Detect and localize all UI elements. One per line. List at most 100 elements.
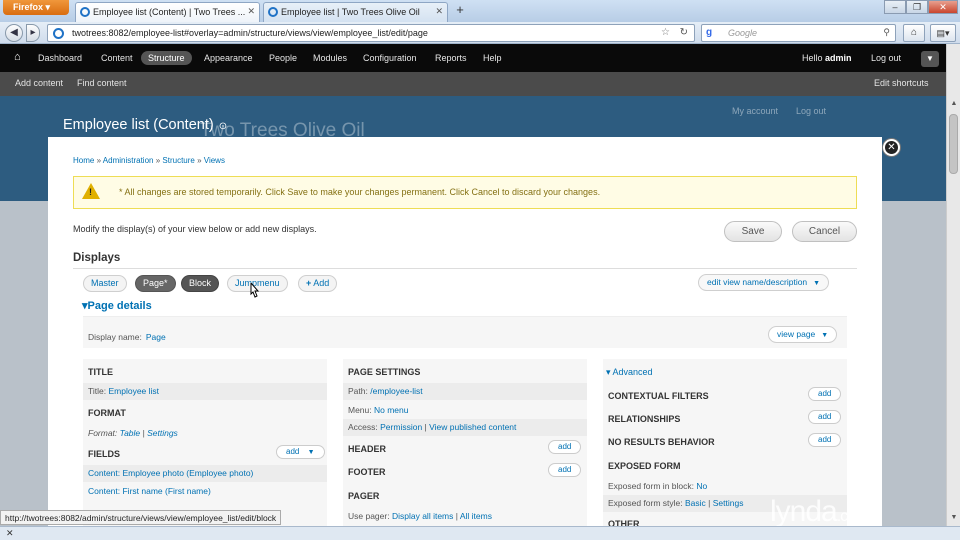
toolbar-reports[interactable]: Reports [435,53,467,63]
tab-block[interactable]: Block [181,275,220,292]
breadcrumb-administration[interactable]: Administration [103,156,154,165]
edit-shortcuts-link[interactable]: Edit shortcuts [874,78,929,88]
warning-text: * All changes are stored temporarily. Cl… [119,187,601,197]
toolbar-content[interactable]: Content [101,53,133,63]
exposed-style-settings-link[interactable]: Settings [713,498,744,508]
toolbar-appearance[interactable]: Appearance [204,53,253,63]
access-permission-link[interactable]: Permission [380,422,422,432]
url-bar[interactable]: twotrees:8082/employee-list#overlay=admi… [47,24,695,42]
footer-add-button[interactable]: add [548,463,582,477]
tab-page[interactable]: Page* [135,275,176,292]
overlay-close-icon[interactable]: ✕ [883,139,900,156]
field-link[interactable]: Content: Employee photo (Employee photo) [88,468,253,478]
new-tab-button[interactable]: + [451,3,469,19]
exposed-block-link[interactable]: No [696,481,707,491]
breadcrumb-views[interactable]: Views [204,156,225,165]
page-settings-heading: PAGE SETTINGS [348,367,421,377]
toolbar-configuration[interactable]: Configuration [363,53,417,63]
toolbar-modules[interactable]: Modules [313,53,347,63]
scroll-up-icon[interactable]: ▲ [948,98,960,110]
toolbar-logout[interactable]: Log out [871,53,901,63]
chevron-down-icon[interactable]: ▼ [813,280,820,287]
close-addon-bar-icon[interactable]: ✕ [6,528,14,539]
window-close-icon[interactable]: ✕ [928,0,958,14]
chevron-down-icon[interactable]: ▼ [821,332,828,339]
path-link[interactable]: /employee-list [370,386,422,396]
view-page-button[interactable]: view page ▼ [768,326,838,343]
intro-text: Modify the display(s) of your view below… [73,224,317,234]
advanced-toggle[interactable]: ▾ Advanced [606,367,653,378]
access-perm-link[interactable]: View published content [429,422,516,432]
bookmark-star-icon[interactable]: ☆ [661,27,670,38]
browser-tab-active[interactable]: Employee list (Content) | Two Trees ... … [75,2,260,22]
title-link[interactable]: Employee list [108,386,159,396]
fields-add-button[interactable]: add ▼ [276,445,325,459]
toolbar-help[interactable]: Help [483,53,502,63]
firefox-menu-button[interactable]: Firefox ▾ [3,0,69,15]
breadcrumb-structure[interactable]: Structure [162,156,194,165]
field-row[interactable]: Content: First name (First name) [88,486,211,496]
header-add-button[interactable]: add [548,440,582,454]
home-icon[interactable]: ⌂ [903,24,925,42]
field-link[interactable]: Content: First name (First name) [88,486,211,496]
firefox-menu-label: Firefox [13,2,44,12]
path-row: Path: /employee-list [343,383,587,400]
relationships-add-button[interactable]: add [808,410,842,424]
no-results-add-button[interactable]: add [808,433,842,447]
reload-icon[interactable]: ↻ [680,27,688,38]
exposed-style-label: Exposed form style: [608,498,683,508]
scroll-down-icon[interactable]: ▼ [948,512,960,524]
shortcut-find-content[interactable]: Find content [77,78,127,88]
toolbar-structure[interactable]: Structure [141,51,192,65]
edit-view-name-label: edit view name/description [707,277,808,287]
url-text: twotrees:8082/employee-list#overlay=admi… [72,28,428,38]
search-icon[interactable]: ⚲ [883,27,890,38]
search-placeholder: Google [728,28,758,38]
display-name-link[interactable]: Page [146,332,166,342]
bookmarks-menu-icon[interactable]: ▤▾ [930,24,956,42]
breadcrumb-home[interactable]: Home [73,156,94,165]
shortcuts-toggle-icon[interactable]: ▼ [921,51,939,67]
username[interactable]: admin [825,53,852,63]
access-row: Access: Permission | View published cont… [343,419,587,436]
contextual-filters-add-button[interactable]: add [808,387,842,401]
add-display-button[interactable]: + Add [298,275,338,292]
edit-view-name-button[interactable]: edit view name/description ▼ [698,274,830,291]
home-icon[interactable]: ⌂ [14,51,21,63]
restore-icon[interactable]: ❐ [906,0,928,14]
cancel-button[interactable]: Cancel [792,221,857,242]
toolbar-people[interactable]: People [269,53,297,63]
shortcuts-bar: Add content Find content Edit shortcuts [0,72,960,96]
search-input[interactable]: g Google ⚲ [701,24,896,42]
back-button[interactable]: ◀ [5,24,23,42]
tab-close-icon[interactable]: ✕ [435,6,443,17]
shortcut-add-icon[interactable]: ⊙ [219,121,227,132]
field-row[interactable]: Content: Employee photo (Employee photo) [83,465,327,482]
minimize-icon[interactable]: – [884,0,906,14]
shortcut-add-content[interactable]: Add content [15,78,63,88]
format-label: Format: [88,428,118,438]
chevron-down-icon[interactable]: ▼ [308,449,315,456]
site-identity-icon[interactable] [53,28,64,39]
tab-master[interactable]: Master [83,275,127,292]
contextual-filters-heading: CONTEXTUAL FILTERS [608,391,709,401]
pager-items-link[interactable]: All items [460,511,492,521]
google-icon[interactable]: g [706,27,712,38]
access-label: Access: [348,422,378,432]
pager-link[interactable]: Display all items [392,511,453,521]
vertical-scrollbar[interactable]: ▲ ▼ [946,44,960,526]
pager-row: Use pager: Display all items | All items [348,511,492,521]
page-details-toggle[interactable]: ▾Page details [82,299,152,312]
format-table-link[interactable]: Table [120,428,140,438]
toolbar-dashboard[interactable]: Dashboard [38,53,82,63]
menu-link[interactable]: No menu [374,405,409,415]
browser-tab[interactable]: Employee list | Two Trees Olive Oil ✕ [263,2,448,22]
exposed-block-label: Exposed form in block: [608,481,694,491]
exposed-style-link[interactable]: Basic [685,498,706,508]
save-button[interactable]: Save [724,221,782,242]
format-settings-link[interactable]: Settings [147,428,178,438]
forward-button[interactable]: ▸ [26,24,40,42]
exposed-form-heading: EXPOSED FORM [608,461,681,471]
tab-close-icon[interactable]: ✕ [247,6,255,17]
scroll-thumb[interactable] [949,114,958,174]
